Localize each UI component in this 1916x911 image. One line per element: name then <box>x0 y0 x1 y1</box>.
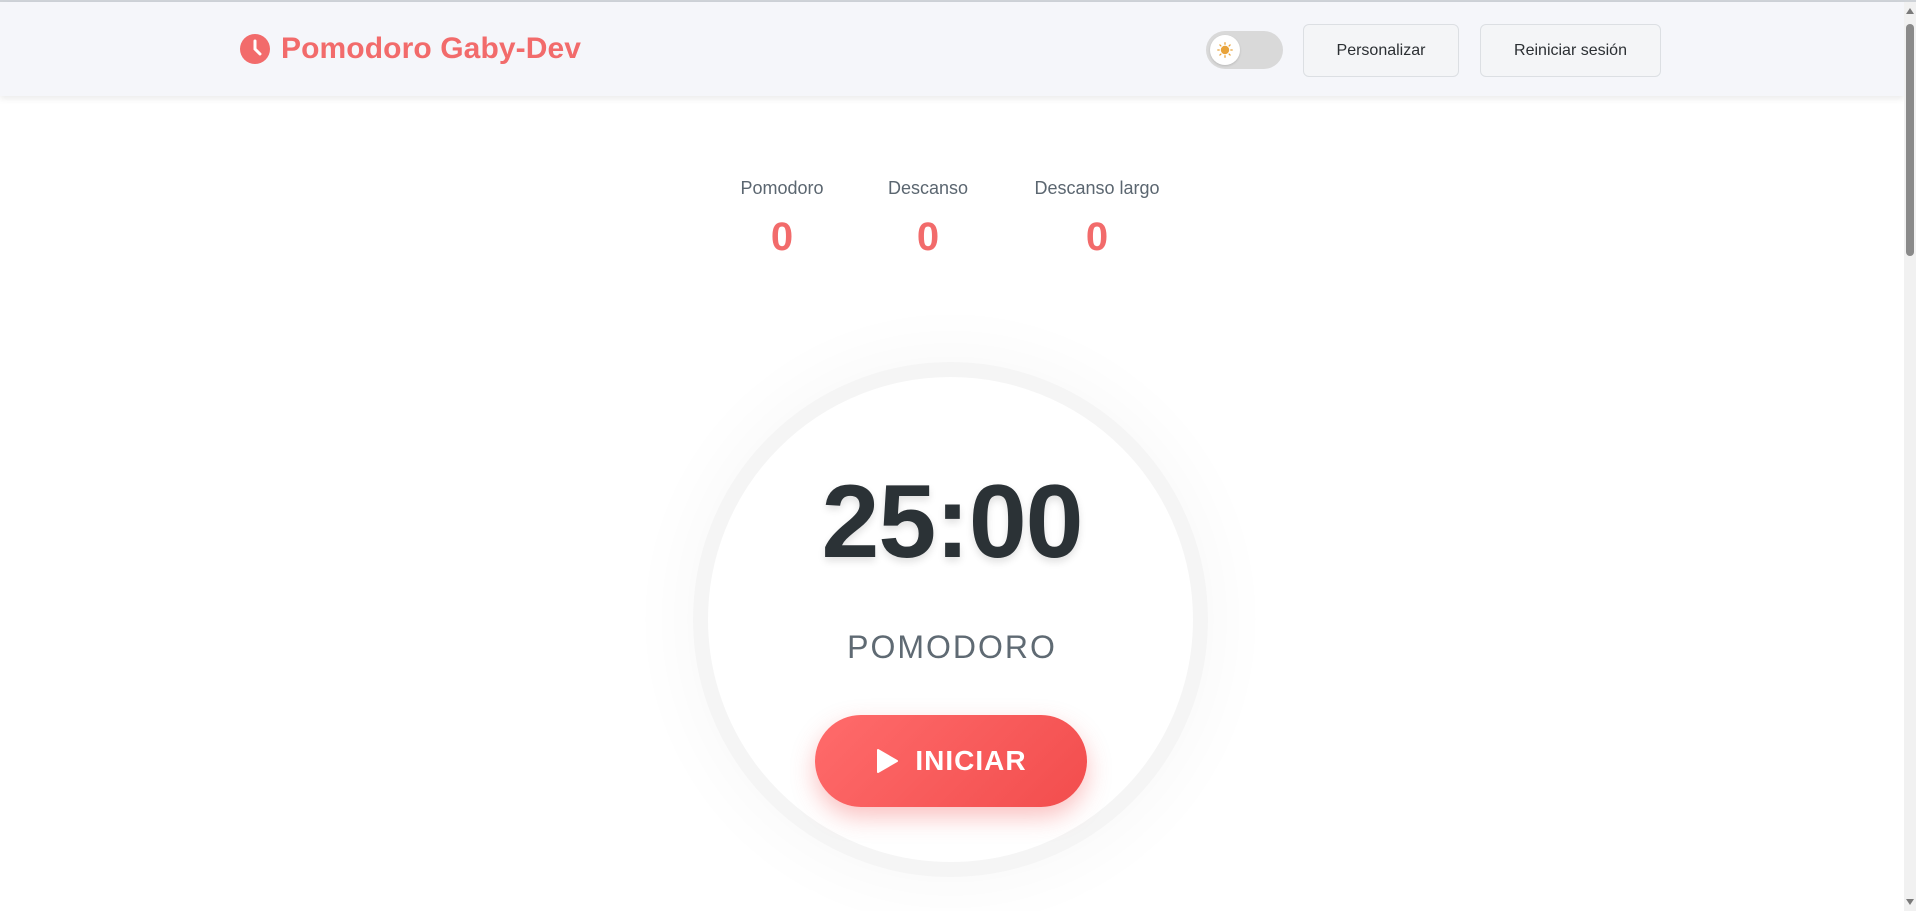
stat-label: Descanso largo <box>1034 178 1160 198</box>
scrollbar-thumb[interactable] <box>1906 24 1914 256</box>
start-button[interactable]: INICIAR <box>815 715 1087 807</box>
stat-value: 0 <box>1085 215 1109 259</box>
vertical-scrollbar[interactable] <box>1904 2 1916 911</box>
play-icon <box>877 749 899 773</box>
sun-icon <box>1217 42 1233 58</box>
clock-icon <box>240 34 270 64</box>
theme-toggle-knob <box>1210 35 1240 65</box>
scroll-down-arrow-icon[interactable] <box>1905 897 1915 907</box>
customize-button[interactable]: Personalizar <box>1303 24 1459 77</box>
timer-mode-label: POMODORO <box>847 629 1057 665</box>
reset-session-button[interactable]: Reiniciar sesión <box>1480 24 1661 77</box>
brand: Pomodoro Gaby-Dev <box>239 32 581 66</box>
app-title: Pomodoro Gaby-Dev <box>281 32 582 65</box>
timer-display: 25:00 <box>821 464 1084 580</box>
scroll-up-arrow-icon[interactable] <box>1905 6 1915 16</box>
stat-long-break: Descanso largo 0 <box>997 178 1197 260</box>
start-button-label: INICIAR <box>915 745 1027 776</box>
theme-toggle[interactable] <box>1206 31 1283 69</box>
app-header: Pomodoro Gaby-Dev Personalizar Reiniciar… <box>0 2 1904 96</box>
